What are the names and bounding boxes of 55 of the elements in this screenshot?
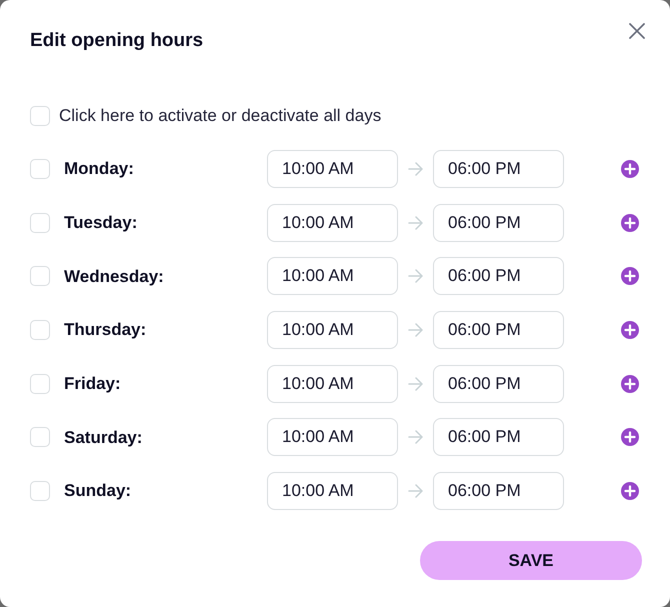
arrow-right-icon [408, 216, 424, 230]
plus-circle-icon [621, 214, 639, 232]
add-time-button[interactable] [621, 267, 639, 286]
time-field[interactable]: 06:00 PM [433, 472, 564, 510]
time-field[interactable]: 10:00 AM [267, 472, 398, 510]
arrow-right-icon [408, 430, 424, 444]
time-field[interactable]: 06:00 PM [433, 310, 564, 349]
checkbox[interactable] [30, 212, 50, 233]
checkbox[interactable] [30, 374, 50, 394]
day-label: Friday: [64, 372, 122, 395]
add-time-button[interactable] [621, 482, 639, 500]
plus-circle-icon [621, 374, 639, 393]
add-time-button[interactable] [621, 214, 639, 232]
arrow-right-icon [408, 484, 424, 498]
plus-circle-icon [621, 160, 639, 178]
day-label: Monday: [64, 158, 135, 180]
dialog-title: Edit opening hours [30, 29, 204, 53]
time-field[interactable]: 10:00 AM [267, 364, 398, 403]
time-field[interactable]: 10:00 AM [267, 150, 398, 188]
time-field[interactable]: 06:00 PM [433, 364, 564, 403]
day-label: Saturday: [64, 426, 144, 449]
checkbox[interactable] [30, 320, 50, 340]
add-time-button[interactable] [621, 428, 639, 446]
arrow-right-icon [408, 322, 424, 337]
add-time-button[interactable] [621, 374, 639, 393]
add-time-button[interactable] [621, 320, 639, 339]
arrow-right-icon [408, 376, 424, 391]
time-field[interactable]: 10:00 AM [267, 257, 398, 296]
checkbox[interactable] [30, 159, 50, 179]
checkbox[interactable] [30, 480, 50, 501]
checkbox[interactable] [30, 106, 50, 126]
day-label: Thursday: [64, 319, 148, 342]
day-label: Wednesday: [64, 266, 165, 288]
time-field[interactable]: 06:00 PM [433, 257, 564, 296]
checkbox[interactable] [30, 427, 50, 448]
save-button[interactable]: SAVE [420, 540, 642, 580]
time-field[interactable]: 10:00 AM [267, 204, 398, 242]
time-field[interactable]: 06:00 PM [433, 150, 564, 188]
arrow-right-icon [408, 269, 424, 284]
close-button[interactable] [628, 22, 646, 40]
day-label: Sunday: [64, 480, 132, 502]
plus-circle-icon [621, 320, 639, 339]
checkbox[interactable] [30, 266, 50, 286]
all-days-label: Click here to activate or deactivate all days [59, 105, 382, 127]
plus-circle-icon [621, 267, 639, 286]
time-field[interactable]: 10:00 AM [267, 418, 398, 456]
day-label: Tuesday: [64, 212, 138, 234]
arrow-right-icon [408, 162, 424, 176]
time-field[interactable]: 06:00 PM [433, 204, 564, 242]
close-icon [629, 23, 645, 39]
time-field[interactable]: 06:00 PM [433, 418, 564, 456]
plus-circle-icon [621, 428, 639, 446]
add-time-button[interactable] [621, 160, 639, 178]
time-field[interactable]: 10:00 AM [267, 310, 398, 349]
plus-circle-icon [621, 482, 639, 500]
